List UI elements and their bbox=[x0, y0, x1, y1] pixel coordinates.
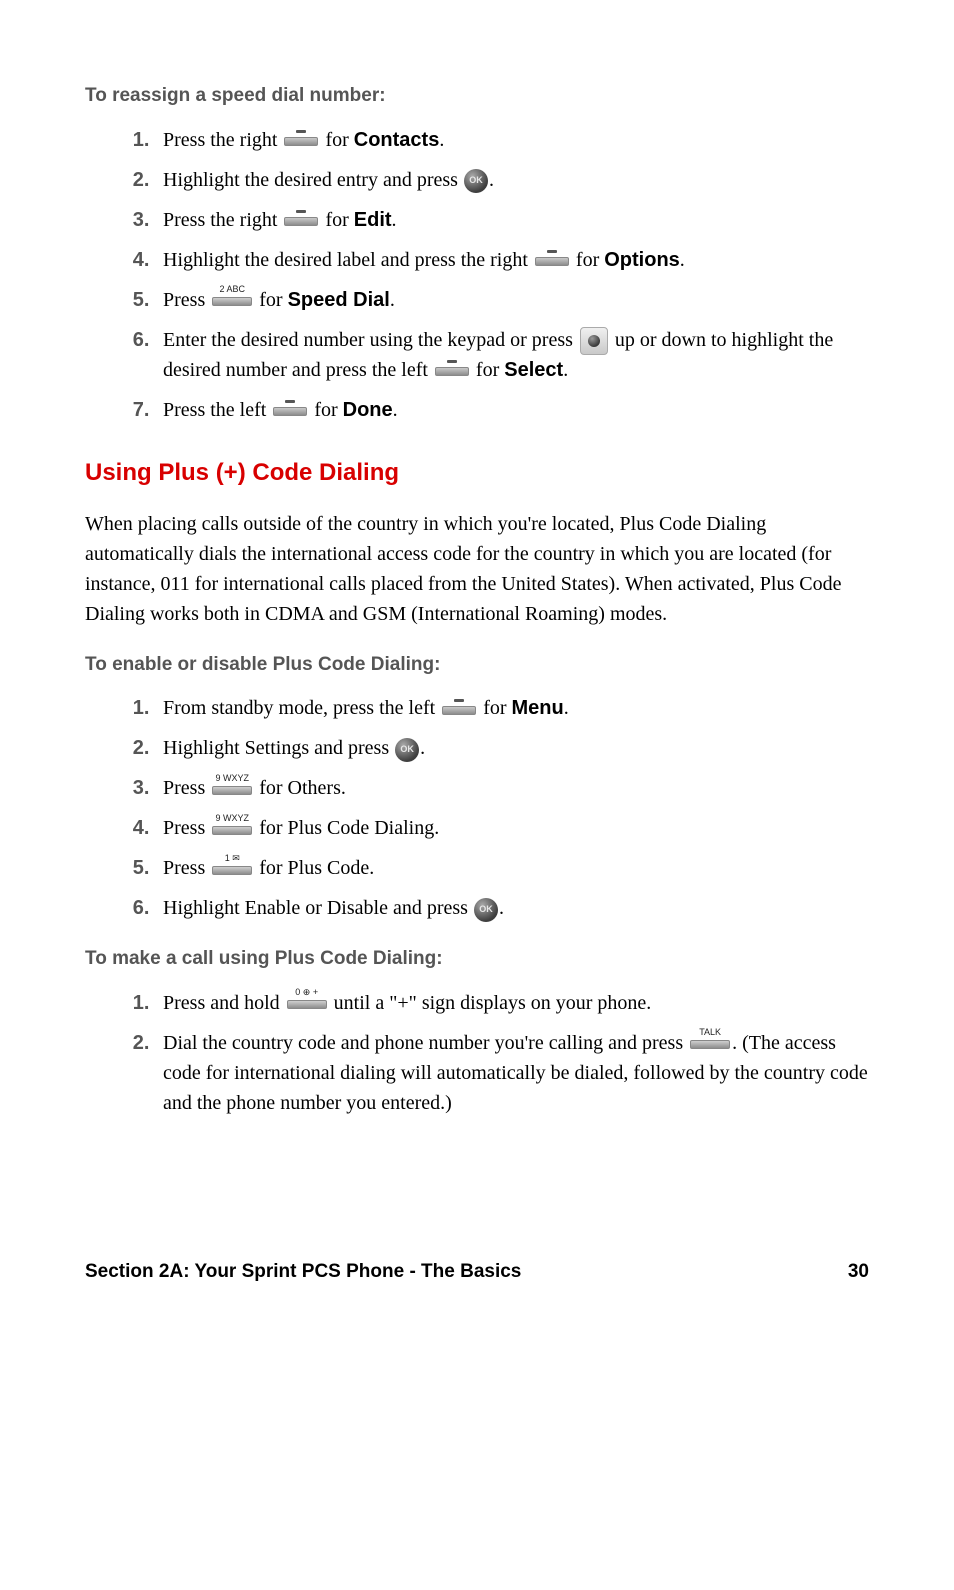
reassign-heading: To reassign a speed dial number: bbox=[85, 82, 869, 111]
keypad-key-icon: 9 WXYZ bbox=[212, 783, 252, 797]
bold-label: Menu bbox=[512, 697, 564, 719]
bold-label: Select bbox=[504, 359, 563, 381]
step-item: Highlight the desired label and press th… bbox=[155, 245, 869, 275]
step-item: Dial the country code and phone number y… bbox=[155, 1028, 869, 1118]
step-item: Press the left for Done. bbox=[155, 395, 869, 425]
step-item: From standby mode, press the left for Me… bbox=[155, 693, 869, 723]
bold-label: Speed Dial bbox=[288, 289, 390, 311]
keypad-key-icon: 2 ABC bbox=[212, 294, 252, 308]
footer-page-number: 30 bbox=[848, 1258, 869, 1287]
make-call-steps: Press and hold 0 ⊕ + until a "+" sign di… bbox=[85, 988, 869, 1118]
step-item: Press the right for Edit. bbox=[155, 205, 869, 235]
step-item: Press and hold 0 ⊕ + until a "+" sign di… bbox=[155, 988, 869, 1018]
keypad-key-icon: 9 WXYZ bbox=[212, 823, 252, 837]
navigation-key-icon bbox=[580, 327, 608, 355]
bold-label: Edit bbox=[354, 209, 392, 231]
softkey-icon bbox=[435, 364, 469, 378]
softkey-icon bbox=[284, 214, 318, 228]
softkey-icon bbox=[442, 703, 476, 717]
softkey-icon bbox=[535, 254, 569, 268]
bold-label: Contacts bbox=[354, 129, 440, 151]
ok-button-icon: OK bbox=[474, 898, 498, 922]
enable-heading: To enable or disable Plus Code Dialing: bbox=[85, 651, 869, 680]
step-item: Highlight Enable or Disable and press OK… bbox=[155, 893, 869, 923]
section-title: Using Plus (+) Code Dialing bbox=[85, 455, 869, 491]
ok-button-icon: OK bbox=[464, 169, 488, 193]
keypad-key-icon: 1 ✉ bbox=[212, 863, 252, 877]
page-footer: Section 2A: Your Sprint PCS Phone - The … bbox=[85, 1258, 869, 1287]
enable-steps: From standby mode, press the left for Me… bbox=[85, 693, 869, 923]
step-item: Press the right for Contacts. bbox=[155, 125, 869, 155]
step-item: Press 1 ✉ for Plus Code. bbox=[155, 853, 869, 883]
step-item: Highlight the desired entry and press OK… bbox=[155, 165, 869, 195]
softkey-icon bbox=[273, 404, 307, 418]
step-item: Press 2 ABC for Speed Dial. bbox=[155, 285, 869, 315]
keypad-key-icon: TALK bbox=[690, 1037, 730, 1051]
make-call-heading: To make a call using Plus Code Dialing: bbox=[85, 945, 869, 974]
step-item: Press 9 WXYZ for Others. bbox=[155, 773, 869, 803]
softkey-icon bbox=[284, 134, 318, 148]
step-item: Enter the desired number using the keypa… bbox=[155, 325, 869, 385]
keypad-key-icon: 0 ⊕ + bbox=[287, 997, 327, 1011]
step-item: Press 9 WXYZ for Plus Code Dialing. bbox=[155, 813, 869, 843]
step-item: Highlight Settings and press OK. bbox=[155, 733, 869, 763]
intro-paragraph: When placing calls outside of the countr… bbox=[85, 509, 869, 629]
ok-button-icon: OK bbox=[395, 738, 419, 762]
bold-label: Done bbox=[343, 399, 393, 421]
bold-label: Options bbox=[604, 249, 680, 271]
reassign-steps: Press the right for Contacts. Highlight t… bbox=[85, 125, 869, 425]
footer-section: Section 2A: Your Sprint PCS Phone - The … bbox=[85, 1258, 521, 1287]
